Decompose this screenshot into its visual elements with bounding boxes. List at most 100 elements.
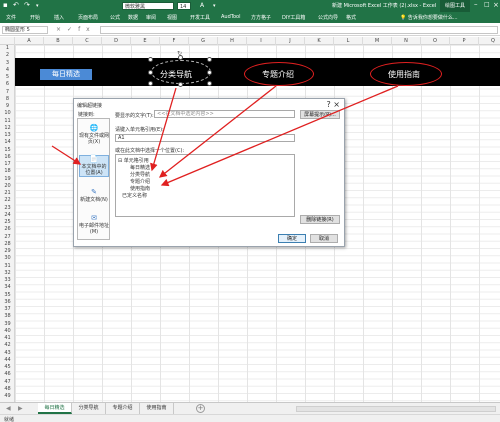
row-header[interactable]: 32 <box>0 270 15 277</box>
rotate-handle-icon[interactable]: ↻ <box>177 50 182 57</box>
row-header[interactable]: 20 <box>0 183 15 190</box>
column-header[interactable]: N <box>392 37 421 45</box>
row-header[interactable]: 35 <box>0 292 15 299</box>
selected-oval-shape[interactable] <box>151 60 211 84</box>
row-header[interactable]: 13 <box>0 132 15 139</box>
nav-home-button[interactable]: 每日精选 <box>40 69 92 80</box>
resize-handle[interactable] <box>148 70 153 75</box>
column-header[interactable]: J <box>276 37 305 45</box>
row-header[interactable]: 25 <box>0 219 15 226</box>
name-box[interactable]: 椭圆星形 5 <box>2 26 48 34</box>
resize-handle[interactable] <box>148 57 153 62</box>
row-header[interactable]: 4 <box>0 67 15 74</box>
dialog-help-close-icon[interactable]: ? × <box>327 100 341 109</box>
font-color-dropdown-icon[interactable]: ▾ <box>213 3 216 9</box>
tab-formulas[interactable]: 公式 <box>110 14 120 21</box>
resize-handle[interactable] <box>207 81 212 86</box>
maximize-icon[interactable]: □ <box>484 1 490 8</box>
row-header[interactable]: 19 <box>0 176 15 183</box>
tab-fangfanggezi[interactable]: 方方格子 <box>251 14 271 21</box>
row-header[interactable]: 8 <box>0 96 15 103</box>
row-header[interactable]: 44 <box>0 357 15 364</box>
tab-page-layout[interactable]: 页面布局 <box>78 14 98 21</box>
row-header[interactable]: 31 <box>0 263 15 270</box>
row-header[interactable]: 10 <box>0 110 15 117</box>
column-header[interactable]: F <box>160 37 189 45</box>
row-header[interactable]: 22 <box>0 197 15 204</box>
row-header[interactable]: 24 <box>0 212 15 219</box>
resize-handle[interactable] <box>207 57 212 62</box>
redo-icon[interactable]: ↷ <box>24 1 30 9</box>
column-header[interactable]: I <box>247 37 276 45</box>
row-header[interactable]: 37 <box>0 306 15 313</box>
undo-icon[interactable]: ↶ <box>13 1 19 9</box>
row-header[interactable]: 46 <box>0 371 15 378</box>
column-header[interactable]: B <box>44 37 73 45</box>
row-header[interactable]: 12 <box>0 125 15 132</box>
resize-handle[interactable] <box>207 70 212 75</box>
add-sheet-button[interactable]: + <box>196 404 205 413</box>
row-header[interactable]: 39 <box>0 321 15 328</box>
row-header[interactable]: 9 <box>0 103 15 110</box>
link-to-new-document[interactable]: ✎ 新建文档(N) <box>79 189 109 204</box>
column-header[interactable]: E <box>131 37 160 45</box>
close-icon[interactable]: × <box>493 1 499 9</box>
column-header[interactable]: P <box>450 37 479 45</box>
column-header[interactable]: D <box>102 37 131 45</box>
remove-link-button[interactable]: 删除链接(R) <box>300 215 340 224</box>
row-header[interactable]: 18 <box>0 168 15 175</box>
tree-node-sheet[interactable]: 专题介绍 <box>130 178 150 185</box>
horizontal-scrollbar[interactable] <box>296 406 496 412</box>
tab-review[interactable]: 审阅 <box>146 14 156 21</box>
row-header[interactable]: 42 <box>0 342 15 349</box>
minimize-icon[interactable]: – <box>474 0 478 8</box>
font-color-button[interactable]: A <box>200 2 204 9</box>
row-header[interactable]: 40 <box>0 328 15 335</box>
row-header[interactable]: 15 <box>0 147 15 154</box>
row-header[interactable]: 23 <box>0 205 15 212</box>
row-header[interactable]: 43 <box>0 350 15 357</box>
row-header[interactable]: 48 <box>0 386 15 393</box>
tree-node-sheet[interactable]: 分类导航 <box>130 171 150 178</box>
cell-ref-input[interactable]: A1 <box>115 134 295 142</box>
row-header[interactable]: 30 <box>0 255 15 262</box>
formula-input[interactable] <box>100 26 498 34</box>
row-header[interactable]: 28 <box>0 241 15 248</box>
tab-data[interactable]: 数据 <box>128 14 138 21</box>
tab-view[interactable]: 视图 <box>167 14 177 21</box>
column-header[interactable]: L <box>334 37 363 45</box>
link-to-place-in-document[interactable]: 📄 本文档中的位置(A) <box>79 155 109 177</box>
cancel-button[interactable]: 取消 <box>310 234 338 243</box>
quick-access-more-icon[interactable]: ▾ <box>36 3 39 9</box>
resize-handle[interactable] <box>148 81 153 86</box>
sheet-tab[interactable]: 使用指南 <box>140 403 174 414</box>
tree-node-cell-references[interactable]: ⊟ 单元格引用 <box>118 157 149 164</box>
column-header[interactable]: K <box>305 37 334 45</box>
row-header[interactable]: 41 <box>0 335 15 342</box>
row-header[interactable]: 17 <box>0 161 15 168</box>
sheet-tab[interactable]: 每日精选 <box>38 403 72 414</box>
tab-home[interactable]: 开始 <box>30 14 40 21</box>
font-size-combo[interactable]: 14 <box>177 2 191 10</box>
row-header[interactable]: 27 <box>0 234 15 241</box>
tab-diy-toolbox[interactable]: DIY工具箱 <box>282 14 305 21</box>
link-to-existing-file[interactable]: 🌐 现有文件或网页(X) <box>79 125 109 146</box>
column-header[interactable]: M <box>363 37 392 45</box>
tree-node-defined-names[interactable]: 已定义名称 <box>122 192 147 199</box>
tab-file[interactable]: 文件 <box>6 14 16 21</box>
tree-node-sheet[interactable]: 每日精选 <box>130 164 150 171</box>
row-header[interactable]: 11 <box>0 118 15 125</box>
tree-node-sheet[interactable]: 使用指南 <box>130 185 150 192</box>
prev-sheet-icon[interactable]: ◀ <box>6 405 11 412</box>
row-header[interactable]: 49 <box>0 393 15 400</box>
enter-icon[interactable]: ✓ <box>67 26 78 33</box>
row-header[interactable]: 45 <box>0 364 15 371</box>
row-header[interactable]: 3 <box>0 60 15 67</box>
row-header[interactable]: 29 <box>0 248 15 255</box>
resize-handle[interactable] <box>178 82 183 87</box>
tab-formula-wizard[interactable]: 公式向导 <box>318 14 338 21</box>
collapse-icon[interactable]: ⊟ <box>118 158 122 164</box>
row-header[interactable]: 33 <box>0 277 15 284</box>
column-header[interactable]: Q <box>479 37 500 45</box>
row-header[interactable]: 36 <box>0 299 15 306</box>
